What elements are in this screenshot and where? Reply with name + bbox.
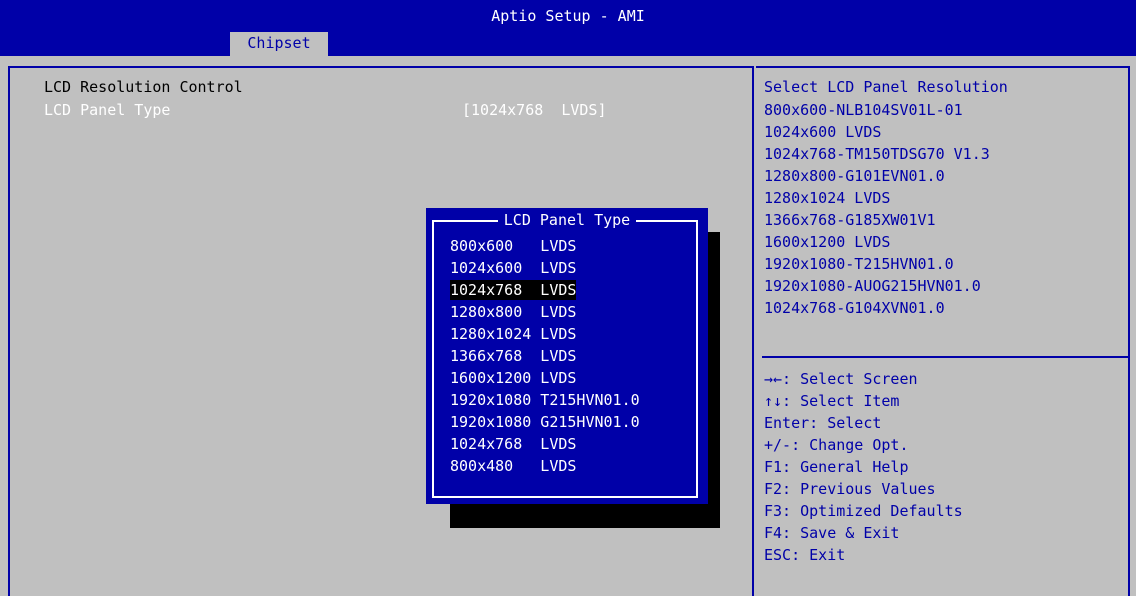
popup-option[interactable]: 1600x1200 LVDS xyxy=(450,368,576,388)
lcd-panel-type-popup: LCD Panel Type 800x600 LVDS 1024x600 LVDS… xyxy=(426,208,708,504)
popup-option[interactable]: 800x600 LVDS xyxy=(450,236,576,256)
popup-option[interactable]: 1280x1024 LVDS xyxy=(450,324,576,344)
popup-title: LCD Panel Type xyxy=(426,211,708,229)
help-divider xyxy=(762,356,1128,358)
section-heading: LCD Resolution Control xyxy=(44,78,243,96)
help-line: 1920x1080-T215HVN01.0 xyxy=(764,255,954,273)
help-line: 1280x1024 LVDS xyxy=(764,189,891,207)
key-hint: ESC: Exit xyxy=(764,546,846,564)
help-line: 1024x600 LVDS xyxy=(764,123,882,141)
key-hint: F1: General Help xyxy=(764,458,909,476)
title-bar: Aptio Setup - AMI Chipset xyxy=(0,0,1136,56)
popup-option[interactable]: 1024x600 LVDS xyxy=(450,258,576,278)
lcd-panel-type-value[interactable]: [1024x768 LVDS] xyxy=(462,101,607,119)
key-hint: Enter: Select xyxy=(764,414,882,432)
lcd-panel-type-label[interactable]: LCD Panel Type xyxy=(44,101,170,119)
help-line: 800x600-NLB104SV01L-01 xyxy=(764,101,963,119)
popup-title-text: LCD Panel Type xyxy=(497,211,637,229)
help-line: 1920x1080-AUOG215HVN01.0 xyxy=(764,277,981,295)
tab-chipset[interactable]: Chipset xyxy=(230,32,328,56)
popup-option[interactable]: 1024x768 LVDS xyxy=(450,280,577,300)
popup-option[interactable]: 1920x1080 T215HVN01.0 xyxy=(450,390,640,410)
key-hint: ↑↓: Select Item xyxy=(764,392,900,410)
key-hint: F3: Optimized Defaults xyxy=(764,502,963,520)
help-line: 1024x768-G104XVN01.0 xyxy=(764,299,945,317)
key-hint: +/-: Change Opt. xyxy=(764,436,909,454)
window-title: Aptio Setup - AMI xyxy=(491,7,645,25)
popup-option[interactable]: 800x480 LVDS xyxy=(450,456,576,476)
key-hint: →←: Select Screen xyxy=(764,370,918,388)
popup-option[interactable]: 1280x800 LVDS xyxy=(450,302,576,322)
help-title: Select LCD Panel Resolution xyxy=(764,78,1008,96)
key-hint: F2: Previous Values xyxy=(764,480,936,498)
key-hint: F4: Save & Exit xyxy=(764,524,900,542)
popup-option[interactable]: 1024x768 LVDS xyxy=(450,434,576,454)
help-line: 1600x1200 LVDS xyxy=(764,233,891,251)
help-line: 1280x800-G101EVN01.0 xyxy=(764,167,945,185)
help-line: 1024x768-TM150TDSG70 V1.3 xyxy=(764,145,990,163)
help-line: 1366x768-G185XW01V1 xyxy=(764,211,936,229)
popup-option[interactable]: 1920x1080 G215HVN01.0 xyxy=(450,412,640,432)
popup-option[interactable]: 1366x768 LVDS xyxy=(450,346,576,366)
